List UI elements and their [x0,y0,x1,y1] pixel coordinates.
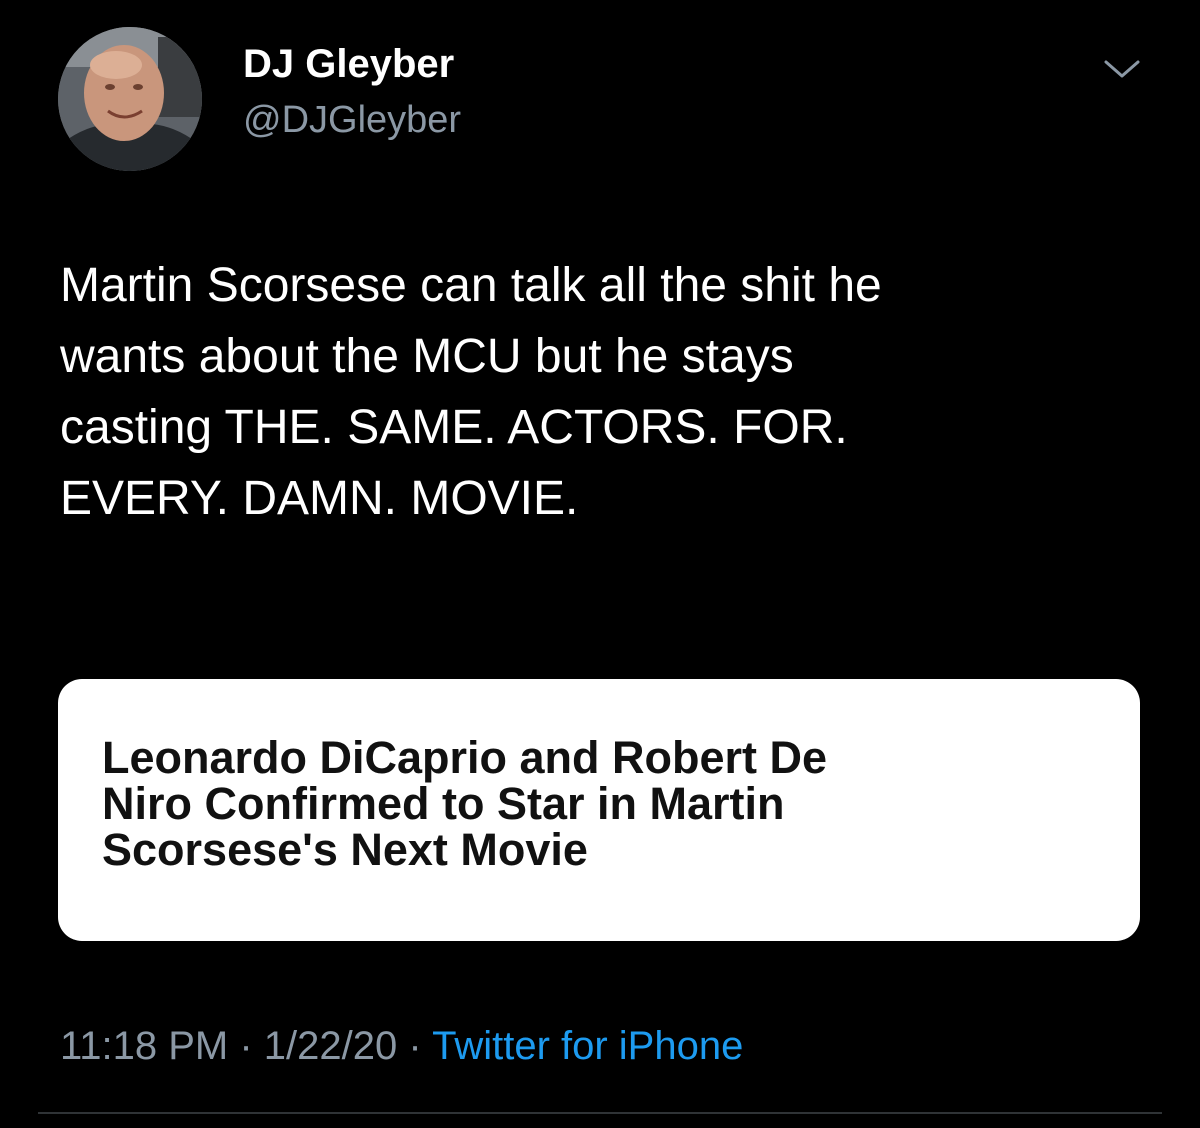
author-display-name[interactable]: DJ Gleyber [243,40,454,88]
meta-separator: · [228,1024,264,1068]
meta-separator: · [397,1024,433,1068]
divider [38,1112,1162,1114]
tweet-text-line: Martin Scorsese can talk all the shit he [60,259,882,312]
tweet-date[interactable]: 1/22/20 [264,1024,397,1068]
avatar[interactable] [58,27,202,171]
profile-photo [58,27,202,171]
card-headline-line: Scorsese's Next Movie [102,824,588,875]
tweet-text-line: EVERY. DAMN. MOVIE. [60,472,579,525]
tweet-metadata: 11:18 PM · 1/22/20 · Twitter for iPhone [60,1022,743,1070]
card-headline-line: Leonardo DiCaprio and Robert De [102,732,828,783]
card-headline: Leonardo DiCaprio and Robert De Niro Con… [102,735,1096,873]
tweet-text-line: wants about the MCU but he stays [60,330,794,383]
tweet-text: Martin Scorsese can talk all the shit he… [60,250,1150,534]
tweet-source-link[interactable]: Twitter for iPhone [432,1024,743,1068]
tweet-time[interactable]: 11:18 PM [60,1024,228,1068]
chevron-down-icon[interactable] [1098,52,1146,84]
tweet-text-line: casting THE. SAME. ACTORS. FOR. [60,401,848,454]
author-handle[interactable]: @DJGleyber [243,97,461,143]
card-headline-line: Niro Confirmed to Star in Martin [102,778,785,829]
link-preview-card[interactable]: Leonardo DiCaprio and Robert De Niro Con… [58,679,1140,941]
